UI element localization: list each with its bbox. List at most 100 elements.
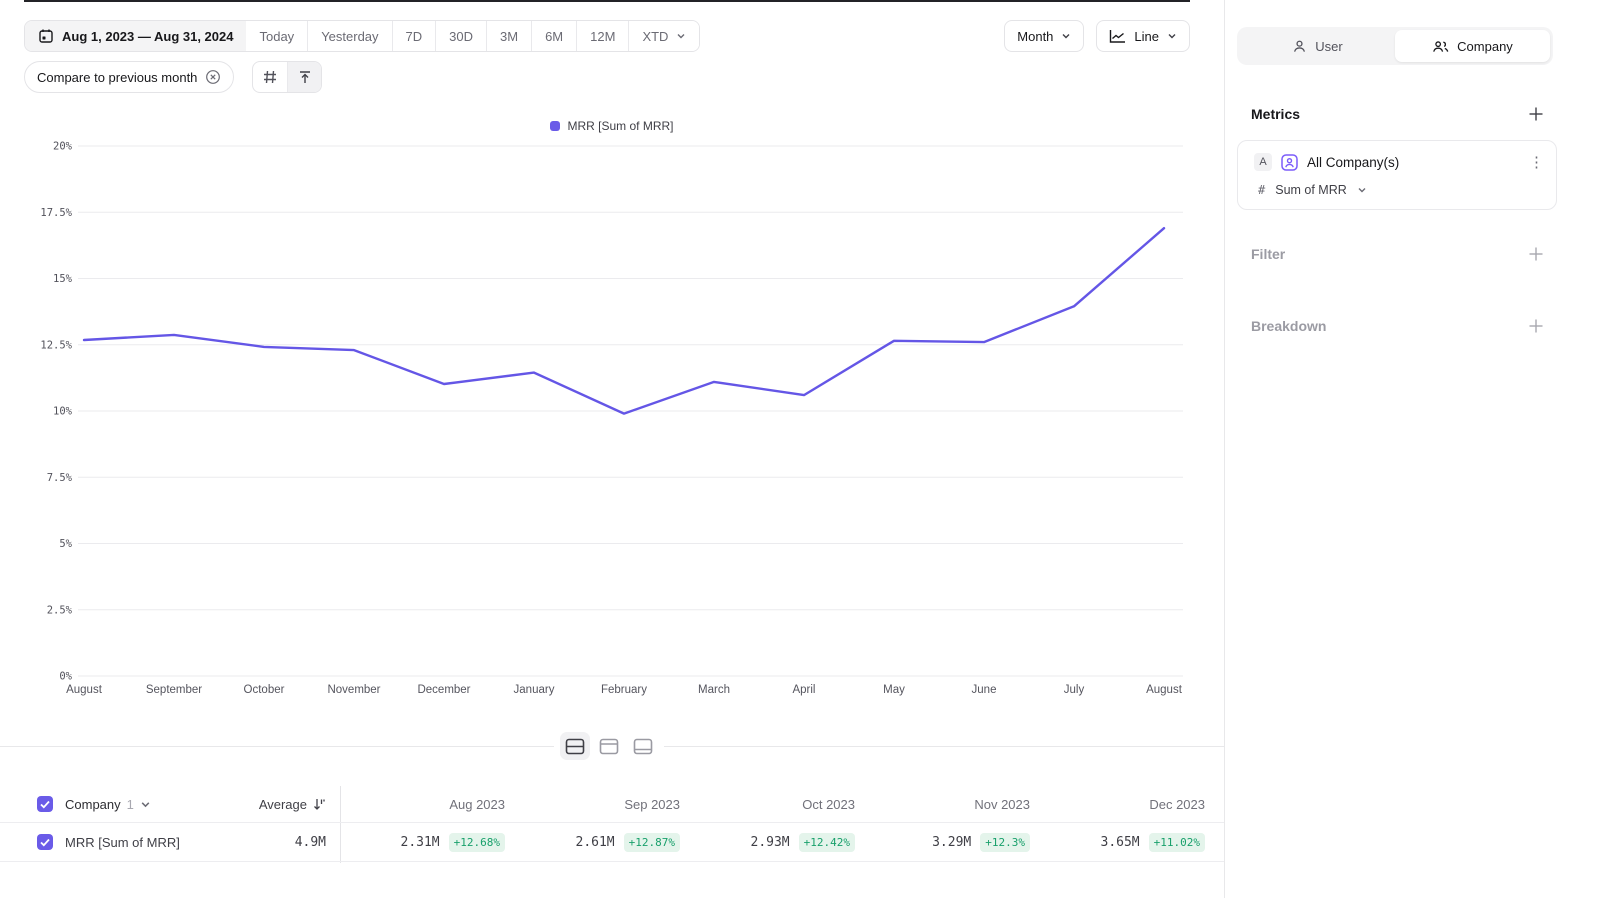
compare-chip[interactable]: Compare to previous month [24, 61, 234, 93]
svg-text:April: April [792, 684, 815, 696]
column-header[interactable]: Nov 2023 [865, 797, 1040, 812]
svg-text:17.5%: 17.5% [40, 207, 72, 219]
delta-badge: +12.87% [624, 833, 680, 852]
check-icon [40, 838, 50, 847]
calendar-icon [38, 28, 54, 44]
tab-company-label: Company [1457, 39, 1513, 54]
average-label: Average [259, 797, 307, 812]
layout-full-button[interactable] [628, 732, 658, 760]
add-breakdown-button[interactable] [1528, 318, 1544, 334]
main-panel: Aug 1, 2023 — Aug 31, 2024 TodayYesterda… [0, 0, 1224, 898]
group-selector[interactable]: Company 1 [65, 797, 151, 812]
chevron-down-icon [140, 799, 151, 810]
table-header: Company 1 Average Aug 2023Sep 2023Oct 20… [0, 786, 1224, 822]
date-range-label: Aug 1, 2023 — Aug 31, 2024 [62, 29, 233, 44]
month-value-cells: 2.31M+12.68%2.61M+12.87%2.93M+12.42%3.29… [340, 833, 1220, 852]
granularity-button[interactable]: Month [1004, 20, 1084, 52]
svg-text:12.5%: 12.5% [40, 339, 72, 351]
value-cell: 3.29M+12.3% [865, 833, 1040, 852]
grid-toggle-button[interactable] [253, 62, 287, 92]
metrics-heading: Metrics [1251, 106, 1300, 122]
align-top-icon [297, 69, 313, 85]
chevron-down-icon [1167, 31, 1177, 41]
svg-text:July: July [1064, 684, 1085, 696]
column-header[interactable]: Aug 2023 [340, 797, 515, 812]
tab-user[interactable]: User [1240, 30, 1395, 62]
mrr-line-chart[interactable]: 0%2.5%5%7.5%10%12.5%15%17.5%20%AugustSep… [0, 140, 1224, 706]
tab-company[interactable]: Company [1395, 30, 1550, 62]
preset-3m-button[interactable]: 3M [486, 21, 531, 51]
svg-text:August: August [66, 684, 103, 696]
svg-text:20%: 20% [53, 141, 73, 153]
add-filter-button[interactable] [1528, 246, 1544, 262]
svg-text:November: November [327, 684, 380, 696]
metric-row-label: MRR [Sum of MRR] [65, 835, 180, 850]
chart-type-label: Line [1134, 29, 1159, 44]
delta-badge: +12.42% [799, 833, 855, 852]
metric-card-title-row: A All Company(s) [1254, 153, 1399, 171]
table-row[interactable]: MRR [Sum of MRR] 4.9M 2.31M+12.68%2.61M+… [0, 822, 1224, 862]
layout-chart-top-button[interactable] [594, 732, 624, 760]
preset-7d-button[interactable]: 7D [392, 21, 436, 51]
metric-menu-button[interactable]: ⋮ [1529, 153, 1544, 171]
align-top-toggle-button[interactable] [287, 62, 321, 92]
svg-text:7.5%: 7.5% [47, 472, 73, 484]
svg-text:5%: 5% [59, 538, 72, 550]
company-avatar-icon [1281, 154, 1298, 171]
svg-text:January: January [514, 684, 555, 696]
column-header[interactable]: Oct 2023 [690, 797, 865, 812]
svg-text:February: February [601, 684, 647, 696]
delta-badge: +11.02% [1149, 833, 1205, 852]
svg-text:June: June [972, 684, 997, 696]
svg-text:0%: 0% [59, 671, 72, 683]
legend-swatch [550, 121, 560, 131]
line-chart-icon [1109, 29, 1126, 44]
value-cell: 2.93M+12.42% [690, 833, 865, 852]
hash-grid-icon [262, 69, 278, 85]
config-sidebar: User Company Metrics A All Company(s) ⋮ … [1224, 0, 1600, 898]
cell-value: 3.65M [1101, 835, 1140, 850]
window-icon [633, 738, 653, 755]
granularity-label: Month [1017, 29, 1053, 44]
month-column-headers: Aug 2023Sep 2023Oct 2023Nov 2023Dec 2023 [340, 797, 1220, 812]
entity-tabs: User Company [1237, 27, 1553, 65]
tab-user-label: User [1315, 39, 1342, 54]
column-header[interactable]: Dec 2023 [1040, 797, 1215, 812]
compare-toolbar: Compare to previous month [24, 61, 322, 93]
xtd-label: XTD [642, 29, 668, 44]
metric-row-checkbox[interactable] [37, 834, 53, 850]
preset-today-button[interactable]: Today [246, 21, 307, 51]
split-top-icon [599, 738, 619, 755]
add-metric-button[interactable] [1528, 106, 1544, 122]
check-icon [40, 800, 50, 809]
preset-yesterday-button[interactable]: Yesterday [307, 21, 391, 51]
company-checkbox[interactable] [37, 796, 53, 812]
preset-6m-button[interactable]: 6M [531, 21, 576, 51]
preset-xtd-button[interactable]: XTD [628, 21, 699, 51]
metric-card[interactable]: A All Company(s) ⋮ # Sum of MRR [1237, 140, 1557, 210]
view-controls: Month Line [1004, 20, 1190, 52]
breakdown-heading: Breakdown [1251, 318, 1326, 334]
date-range-button[interactable]: Aug 1, 2023 — Aug 31, 2024 [25, 21, 246, 51]
svg-text:2.5%: 2.5% [47, 604, 73, 616]
aggregation-selector[interactable]: # Sum of MRR [1258, 183, 1367, 197]
group-count: 1 [127, 797, 134, 812]
average-header[interactable]: Average [214, 797, 326, 812]
cell-value: 2.61M [576, 835, 615, 850]
preset-30d-button[interactable]: 30D [435, 21, 486, 51]
remove-compare-icon[interactable] [205, 69, 221, 85]
column-header[interactable]: Sep 2023 [515, 797, 690, 812]
svg-text:October: October [244, 684, 285, 696]
delta-badge: +12.68% [449, 833, 505, 852]
top-border [24, 0, 1190, 2]
svg-text:September: September [146, 684, 202, 696]
average-value: 4.9M [214, 835, 326, 850]
preset-12m-button[interactable]: 12M [576, 21, 628, 51]
svg-text:15%: 15% [53, 273, 73, 285]
layout-split-button[interactable] [560, 732, 590, 760]
chart-legend: MRR [Sum of MRR] [0, 119, 1224, 133]
svg-text:May: May [883, 684, 905, 696]
cell-value: 3.29M [932, 835, 971, 850]
number-type-icon: # [1258, 183, 1265, 197]
chart-type-button[interactable]: Line [1096, 20, 1190, 52]
